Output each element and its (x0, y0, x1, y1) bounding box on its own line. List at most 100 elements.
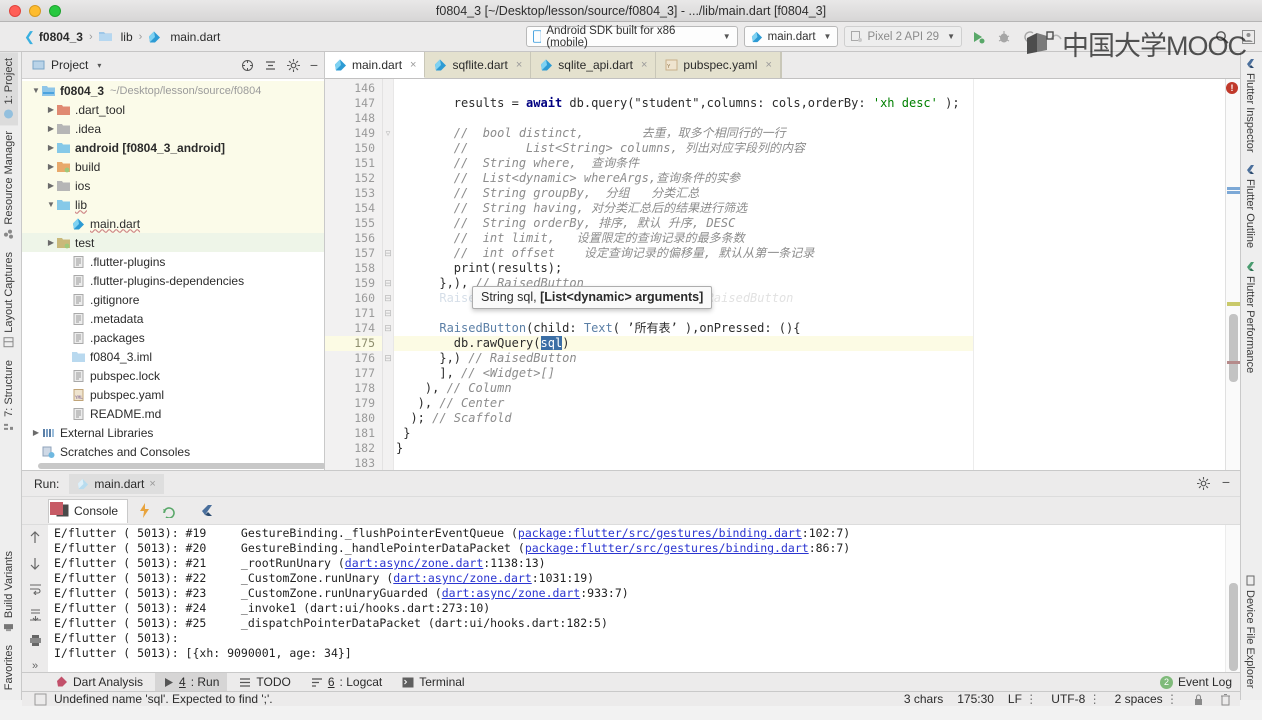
tab-sqflite-dart[interactable]: sqflite.dart × (425, 52, 532, 78)
tree-item-pubspec-lock[interactable]: pubspec.lock (22, 366, 324, 385)
code-line[interactable]: db.rawQuery(sql) (394, 336, 973, 351)
soft-wrap-icon[interactable] (29, 583, 42, 598)
gutter-line-number[interactable]: 176 (325, 351, 382, 366)
gutter-line-number[interactable]: 183 (325, 456, 382, 470)
code-line[interactable]: // String groupBy, 分组 分类汇总 (394, 186, 973, 201)
tree-item-lib[interactable]: ▼ lib (22, 195, 324, 214)
close-icon[interactable]: × (410, 59, 416, 71)
sidebar-item-favorites[interactable]: Favorites (0, 639, 18, 696)
fold-marker-icon[interactable]: ⊟ (383, 351, 393, 366)
event-log-area[interactable]: 2 Event Log (1159, 675, 1240, 689)
code-line[interactable]: // String where, 查询条件 (394, 156, 973, 171)
status-encoding[interactable]: UTF-8 ⋮ (1051, 692, 1100, 706)
status-line-separator[interactable]: LF ⋮ (1008, 692, 1037, 706)
more-icon[interactable]: » (32, 660, 38, 672)
gutter-line-number[interactable]: 158 (325, 261, 382, 276)
code-line[interactable]: },) // RaisedButton (394, 351, 973, 366)
tree-item-packages[interactable]: .packages (22, 328, 324, 347)
gutter-line-number[interactable]: 177 (325, 366, 382, 381)
gutter-line-number[interactable]: 149 (325, 126, 382, 141)
project-tree[interactable]: ▼ f0804_3 ~/Desktop/lesson/source/f0804 ▶ .d… (22, 79, 324, 461)
gutter-line-number[interactable]: 151 (325, 156, 382, 171)
sidebar-item-device-file-explorer[interactable]: Device File Explorer (1241, 569, 1259, 694)
sidebar-item-flutter-outline[interactable]: Flutter Outline (1241, 158, 1259, 254)
gutter-line-number[interactable]: 147 (325, 96, 382, 111)
console-link[interactable]: package:flutter/src/gestures/binding.dar… (525, 541, 809, 555)
chevron-right-icon[interactable]: ▶ (45, 181, 57, 190)
sidebar-item-project[interactable]: 1: Project (0, 52, 18, 126)
code-line[interactable]: } (394, 426, 973, 441)
chevron-right-icon[interactable]: ▶ (30, 428, 42, 437)
sidebar-item-structure[interactable]: 7: Structure (0, 354, 18, 438)
code-content[interactable]: results = await db.query("student",colum… (394, 79, 973, 470)
sidebar-item-layout-captures[interactable]: Layout Captures (0, 246, 18, 354)
code-line[interactable]: ], // <Widget>[] (394, 366, 973, 381)
code-line[interactable]: // List<dynamic> whereArgs,查询条件的实参 (394, 171, 973, 186)
flutter-icon[interactable] (198, 502, 215, 519)
gutter-line-number[interactable]: 152 (325, 171, 382, 186)
editor-scrollbar-thumb[interactable] (1229, 314, 1238, 382)
tab-logcat[interactable]: 6: Logcat (303, 673, 390, 691)
tab-main-dart[interactable]: main.dart × (325, 52, 426, 78)
tree-item-dart-tool[interactable]: ▶ .dart_tool (22, 100, 324, 119)
run-tab-main-dart[interactable]: main.dart × (69, 473, 164, 494)
tree-item-f0804-3[interactable]: ▼ f0804_3 ~/Desktop/lesson/source/f0804 (22, 81, 324, 100)
minimize-icon[interactable]: − (1222, 475, 1230, 490)
code-line[interactable]: // List<String> columns, 列出对应字段列的内容 (394, 141, 973, 156)
sidebar-item-flutter-performance[interactable]: Flutter Performance (1241, 255, 1259, 379)
sidebar-item-resource-manager[interactable]: Resource Manager (0, 125, 18, 246)
chevron-right-icon[interactable]: ▶ (45, 143, 57, 152)
target-icon[interactable] (241, 59, 254, 72)
editor-fold-column[interactable]: ▿ ⊟ ⊟ ⊟ ⊟ ⊟ ⊟ (383, 79, 394, 470)
gutter-line-number[interactable]: 171 (325, 306, 382, 321)
search-icon[interactable] (1212, 27, 1232, 47)
event-log-label[interactable]: Event Log (1178, 675, 1232, 689)
gutter-line-number[interactable]: 181 (325, 426, 382, 441)
tree-item-test[interactable]: ▶ test (22, 233, 324, 252)
settings-gear-icon[interactable] (286, 58, 300, 72)
code-line[interactable]: // int offset 设定查询记录的偏移量, 默认从第一条记录 (394, 246, 973, 261)
code-line[interactable]: results = await db.query("student",colum… (394, 96, 973, 111)
run-config-selector[interactable]: main.dart ▼ (743, 26, 839, 47)
console-link[interactable]: dart:async/zone.dart (393, 571, 531, 585)
tree-item-gitignore[interactable]: .gitignore (22, 290, 324, 309)
gutter-line-number[interactable]: 157 (325, 246, 382, 261)
stop-icon[interactable] (50, 502, 63, 515)
profile-icon[interactable] (1020, 27, 1040, 47)
restart-icon[interactable] (161, 502, 178, 519)
project-hscrollbar[interactable] (22, 461, 326, 470)
tab-dart-analysis[interactable]: Dart Analysis (48, 673, 151, 691)
code-line[interactable]: // String having, 对分类汇总后的结果进行筛选 (394, 201, 973, 216)
status-indent[interactable]: 2 spaces ⋮ (1115, 692, 1178, 706)
code-line[interactable]: ); // Scaffold (394, 411, 973, 426)
error-circle-icon[interactable]: ! (1226, 82, 1238, 94)
gutter-line-number[interactable]: 178 (325, 381, 382, 396)
close-icon[interactable]: × (641, 59, 647, 71)
gutter-line-number[interactable]: 156 (325, 231, 382, 246)
fold-marker-icon[interactable]: ▿ (383, 126, 393, 141)
code-line[interactable] (394, 81, 973, 96)
breadcrumb-folder[interactable]: lib (121, 30, 133, 44)
selected-token[interactable]: sql (540, 336, 563, 350)
code-line[interactable]: // int limit, 设置限定的查询记录的最多条数 (394, 231, 973, 246)
chevron-right-icon[interactable]: ▶ (45, 162, 57, 171)
print-icon[interactable] (29, 634, 42, 650)
chevron-right-icon[interactable]: ▶ (45, 105, 57, 114)
console-output[interactable]: E/flutter ( 5013): #19 GestureBinding._f… (48, 525, 1225, 672)
code-line[interactable]: // String orderBy, 排序, 默认 升序, DESC (394, 216, 973, 231)
console-scrollbar[interactable] (1225, 525, 1240, 672)
code-line[interactable] (394, 456, 973, 470)
gutter-line-number[interactable]: 182 (325, 441, 382, 456)
gutter-line-number[interactable]: 180 (325, 411, 382, 426)
tab-sqlite-api-dart[interactable]: sqlite_api.dart × (531, 52, 657, 78)
tree-item-build[interactable]: ▶ build (22, 157, 324, 176)
chevron-down-icon[interactable]: ▼ (947, 32, 955, 41)
tree-item-flutter-plugins[interactable]: .flutter-plugins (22, 252, 324, 271)
debug-icon[interactable] (994, 27, 1014, 47)
avatar-icon[interactable] (1238, 27, 1258, 47)
stop-icon[interactable] (1046, 27, 1066, 47)
avd-selector[interactable]: Pixel 2 API 29 ▼ (844, 26, 962, 47)
code-line[interactable]: ), // Column (394, 381, 973, 396)
tree-item-external-libraries[interactable]: ▶ External Libraries (22, 423, 324, 442)
breadcrumb[interactable]: ❮ f0804_3 › lib › main.dart (24, 29, 220, 45)
